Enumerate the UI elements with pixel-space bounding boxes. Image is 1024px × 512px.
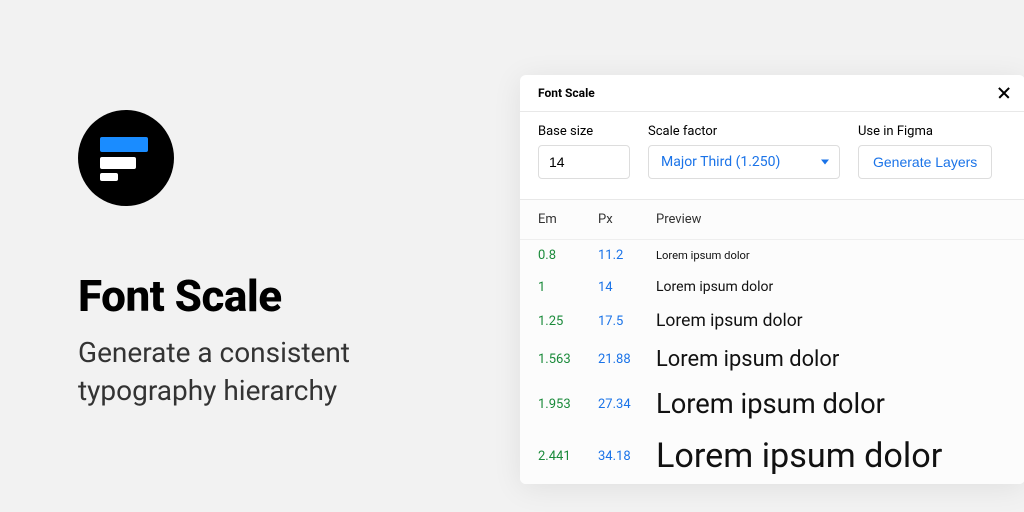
px-value: 27.34 (598, 397, 656, 412)
preview-text: Lorem ipsum dolor (656, 436, 1007, 476)
preview-text: Lorem ipsum dolor (656, 279, 1007, 295)
hero-subtitle: Generate a consistent typography hierarc… (78, 334, 478, 410)
column-header-preview: Preview (656, 212, 1007, 227)
column-header-em: Em (538, 212, 598, 227)
generate-layers-button[interactable]: Generate Layers (858, 145, 992, 179)
logo-icon (78, 110, 174, 206)
scale-factor-value: Major Third (1.250) (661, 154, 780, 170)
preview-text: Lorem ipsum dolor (656, 249, 1007, 262)
column-header-px: Px (598, 212, 656, 227)
table-row: 1.95327.34Lorem ipsum dolor (520, 380, 1024, 428)
em-value: 1.563 (538, 352, 598, 367)
px-value: 14 (598, 280, 656, 295)
scale-factor-select[interactable]: Major Third (1.250) (648, 145, 840, 179)
px-value: 34.18 (598, 449, 656, 464)
px-value: 11.2 (598, 248, 656, 263)
table-row: 2.44134.18Lorem ipsum dolor (520, 428, 1024, 484)
table-row: 1.2517.5Lorem ipsum dolor (520, 303, 1024, 339)
em-value: 1.25 (538, 314, 598, 329)
em-value: 0.8 (538, 248, 598, 263)
preview-text: Lorem ipsum dolor (656, 347, 1007, 372)
hero-title: Font Scale (78, 270, 478, 322)
close-icon[interactable] (997, 86, 1011, 100)
px-value: 21.88 (598, 352, 656, 367)
table-row: 0.811.2Lorem ipsum dolor (520, 240, 1024, 271)
preview-text: Lorem ipsum dolor (656, 311, 1007, 331)
plugin-window: Font Scale Base size Scale factor Major … (520, 75, 1024, 484)
plugin-title: Font Scale (538, 86, 595, 100)
chevron-down-icon (821, 160, 829, 165)
em-value: 1.953 (538, 397, 598, 412)
preview-text: Lorem ipsum dolor (656, 388, 1007, 420)
px-value: 17.5 (598, 314, 656, 329)
table-row: 1.56321.88Lorem ipsum dolor (520, 339, 1024, 380)
use-in-figma-label: Use in Figma (858, 124, 992, 139)
base-size-label: Base size (538, 124, 630, 139)
base-size-input[interactable] (538, 145, 630, 179)
em-value: 1 (538, 280, 598, 295)
scale-factor-label: Scale factor (648, 124, 840, 139)
em-value: 2.441 (538, 449, 598, 464)
table-row: 114Lorem ipsum dolor (520, 271, 1024, 303)
